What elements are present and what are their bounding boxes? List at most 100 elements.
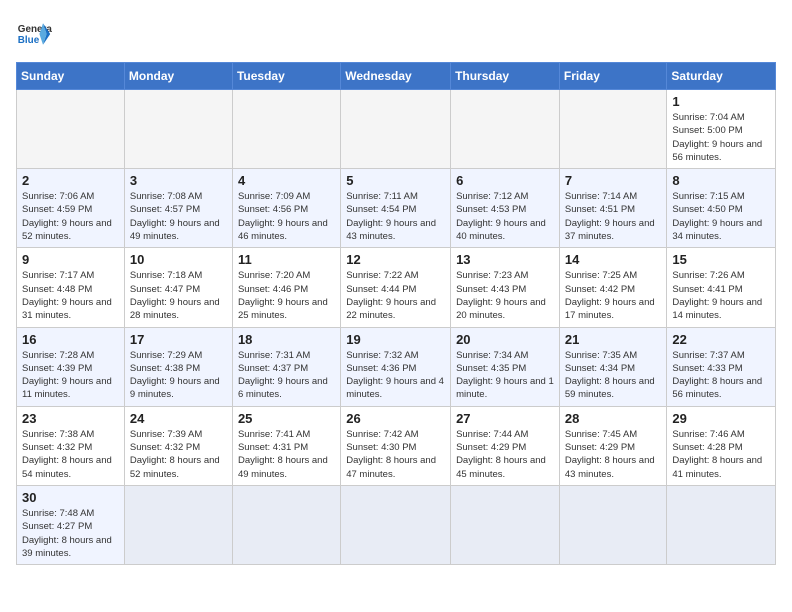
day-info: Sunrise: 7:41 AM Sunset: 4:31 PM Dayligh… <box>238 428 335 481</box>
calendar-cell: 10 Sunrise: 7:18 AM Sunset: 4:47 PM Dayli… <box>124 248 232 327</box>
day-number: 14 <box>565 252 662 267</box>
calendar-table: SundayMondayTuesdayWednesdayThursdayFrid… <box>16 62 776 565</box>
calendar-cell: 8Sunrise: 7:15 AM Sunset: 4:50 PM Daylig… <box>667 169 776 248</box>
day-info: Sunrise: 7:15 AM Sunset: 4:50 PM Dayligh… <box>672 190 770 243</box>
day-info: Sunrise: 7:46 AM Sunset: 4:28 PM Dayligh… <box>672 428 770 481</box>
day-info: Sunrise: 7:17 AM Sunset: 4:48 PM Dayligh… <box>22 269 119 322</box>
day-info: Sunrise: 7:39 AM Sunset: 4:32 PM Dayligh… <box>130 428 227 481</box>
day-number: 2 <box>22 173 119 188</box>
day-number: 4 <box>238 173 335 188</box>
calendar-cell: 9 Sunrise: 7:17 AM Sunset: 4:48 PM Daylig… <box>17 248 125 327</box>
calendar-cell: 20Sunrise: 7:34 AM Sunset: 4:35 PM Dayli… <box>451 327 560 406</box>
page-header: General Blue <box>16 16 776 52</box>
day-number: 29 <box>672 411 770 426</box>
weekday-header-friday: Friday <box>559 63 667 90</box>
calendar-cell: 4 Sunrise: 7:09 AM Sunset: 4:56 PM Daylig… <box>232 169 340 248</box>
day-number: 28 <box>565 411 662 426</box>
calendar-week-row: 1Sunrise: 7:04 AM Sunset: 5:00 PM Daylig… <box>17 90 776 169</box>
day-number: 19 <box>346 332 445 347</box>
calendar-cell <box>341 485 451 564</box>
calendar-cell: 27Sunrise: 7:44 AM Sunset: 4:29 PM Dayli… <box>451 406 560 485</box>
day-number: 26 <box>346 411 445 426</box>
weekday-header-tuesday: Tuesday <box>232 63 340 90</box>
day-number: 1 <box>672 94 770 109</box>
calendar-cell <box>341 90 451 169</box>
day-info: Sunrise: 7:23 AM Sunset: 4:43 PM Dayligh… <box>456 269 554 322</box>
day-info: Sunrise: 7:22 AM Sunset: 4:44 PM Dayligh… <box>346 269 445 322</box>
weekday-header-row: SundayMondayTuesdayWednesdayThursdayFrid… <box>17 63 776 90</box>
weekday-header-sunday: Sunday <box>17 63 125 90</box>
day-number: 15 <box>672 252 770 267</box>
day-info: Sunrise: 7:37 AM Sunset: 4:33 PM Dayligh… <box>672 349 770 402</box>
weekday-header-monday: Monday <box>124 63 232 90</box>
calendar-cell: 16 Sunrise: 7:28 AM Sunset: 4:39 PM Dayli… <box>17 327 125 406</box>
calendar-week-row: 16 Sunrise: 7:28 AM Sunset: 4:39 PM Dayli… <box>17 327 776 406</box>
logo-icon: General Blue <box>16 16 52 52</box>
calendar-cell: 5 Sunrise: 7:11 AM Sunset: 4:54 PM Daylig… <box>341 169 451 248</box>
calendar-cell: 13 Sunrise: 7:23 AM Sunset: 4:43 PM Dayli… <box>451 248 560 327</box>
calendar-cell <box>451 485 560 564</box>
calendar-cell <box>124 485 232 564</box>
day-number: 9 <box>22 252 119 267</box>
calendar-cell: 28 Sunrise: 7:45 AM Sunset: 4:29 PM Dayli… <box>559 406 667 485</box>
calendar-week-row: 9 Sunrise: 7:17 AM Sunset: 4:48 PM Daylig… <box>17 248 776 327</box>
calendar-cell: 26 Sunrise: 7:42 AM Sunset: 4:30 PM Dayli… <box>341 406 451 485</box>
day-number: 16 <box>22 332 119 347</box>
calendar-week-row: 30Sunrise: 7:48 AM Sunset: 4:27 PM Dayli… <box>17 485 776 564</box>
calendar-cell <box>232 485 340 564</box>
day-number: 12 <box>346 252 445 267</box>
logo: General Blue <box>16 16 52 52</box>
calendar-cell: 15 Sunrise: 7:26 AM Sunset: 4:41 PM Dayli… <box>667 248 776 327</box>
calendar-cell <box>559 90 667 169</box>
day-info: Sunrise: 7:28 AM Sunset: 4:39 PM Dayligh… <box>22 349 119 402</box>
day-info: Sunrise: 7:42 AM Sunset: 4:30 PM Dayligh… <box>346 428 445 481</box>
calendar-cell: 1Sunrise: 7:04 AM Sunset: 5:00 PM Daylig… <box>667 90 776 169</box>
day-info: Sunrise: 7:34 AM Sunset: 4:35 PM Dayligh… <box>456 349 554 402</box>
day-number: 24 <box>130 411 227 426</box>
day-info: Sunrise: 7:25 AM Sunset: 4:42 PM Dayligh… <box>565 269 662 322</box>
calendar-cell <box>124 90 232 169</box>
calendar-cell: 7Sunrise: 7:14 AM Sunset: 4:51 PM Daylig… <box>559 169 667 248</box>
day-number: 23 <box>22 411 119 426</box>
weekday-header-wednesday: Wednesday <box>341 63 451 90</box>
day-number: 17 <box>130 332 227 347</box>
calendar-week-row: 2 Sunrise: 7:06 AM Sunset: 4:59 PM Daylig… <box>17 169 776 248</box>
day-info: Sunrise: 7:45 AM Sunset: 4:29 PM Dayligh… <box>565 428 662 481</box>
calendar-cell: 23Sunrise: 7:38 AM Sunset: 4:32 PM Dayli… <box>17 406 125 485</box>
calendar-cell: 24 Sunrise: 7:39 AM Sunset: 4:32 PM Dayli… <box>124 406 232 485</box>
day-info: Sunrise: 7:11 AM Sunset: 4:54 PM Dayligh… <box>346 190 445 243</box>
calendar-cell <box>451 90 560 169</box>
day-number: 21 <box>565 332 662 347</box>
day-info: Sunrise: 7:26 AM Sunset: 4:41 PM Dayligh… <box>672 269 770 322</box>
calendar-cell: 22 Sunrise: 7:37 AM Sunset: 4:33 PM Dayli… <box>667 327 776 406</box>
calendar-cell: 30Sunrise: 7:48 AM Sunset: 4:27 PM Dayli… <box>17 485 125 564</box>
day-number: 25 <box>238 411 335 426</box>
day-info: Sunrise: 7:06 AM Sunset: 4:59 PM Dayligh… <box>22 190 119 243</box>
day-info: Sunrise: 7:09 AM Sunset: 4:56 PM Dayligh… <box>238 190 335 243</box>
calendar-cell: 17 Sunrise: 7:29 AM Sunset: 4:38 PM Dayli… <box>124 327 232 406</box>
day-info: Sunrise: 7:31 AM Sunset: 4:37 PM Dayligh… <box>238 349 335 402</box>
day-info: Sunrise: 7:20 AM Sunset: 4:46 PM Dayligh… <box>238 269 335 322</box>
calendar-cell <box>559 485 667 564</box>
day-info: Sunrise: 7:14 AM Sunset: 4:51 PM Dayligh… <box>565 190 662 243</box>
day-number: 18 <box>238 332 335 347</box>
day-number: 6 <box>456 173 554 188</box>
calendar-cell: 3 Sunrise: 7:08 AM Sunset: 4:57 PM Daylig… <box>124 169 232 248</box>
calendar-cell: 12 Sunrise: 7:22 AM Sunset: 4:44 PM Dayli… <box>341 248 451 327</box>
day-info: Sunrise: 7:18 AM Sunset: 4:47 PM Dayligh… <box>130 269 227 322</box>
calendar-cell: 19 Sunrise: 7:32 AM Sunset: 4:36 PM Dayli… <box>341 327 451 406</box>
day-number: 13 <box>456 252 554 267</box>
day-number: 27 <box>456 411 554 426</box>
calendar-cell <box>232 90 340 169</box>
day-number: 3 <box>130 173 227 188</box>
calendar-cell: 21Sunrise: 7:35 AM Sunset: 4:34 PM Dayli… <box>559 327 667 406</box>
day-info: Sunrise: 7:32 AM Sunset: 4:36 PM Dayligh… <box>346 349 445 402</box>
calendar-cell: 25 Sunrise: 7:41 AM Sunset: 4:31 PM Dayli… <box>232 406 340 485</box>
day-info: Sunrise: 7:12 AM Sunset: 4:53 PM Dayligh… <box>456 190 554 243</box>
day-info: Sunrise: 7:08 AM Sunset: 4:57 PM Dayligh… <box>130 190 227 243</box>
day-number: 22 <box>672 332 770 347</box>
day-info: Sunrise: 7:29 AM Sunset: 4:38 PM Dayligh… <box>130 349 227 402</box>
day-number: 10 <box>130 252 227 267</box>
day-number: 5 <box>346 173 445 188</box>
calendar-cell: 29 Sunrise: 7:46 AM Sunset: 4:28 PM Dayli… <box>667 406 776 485</box>
